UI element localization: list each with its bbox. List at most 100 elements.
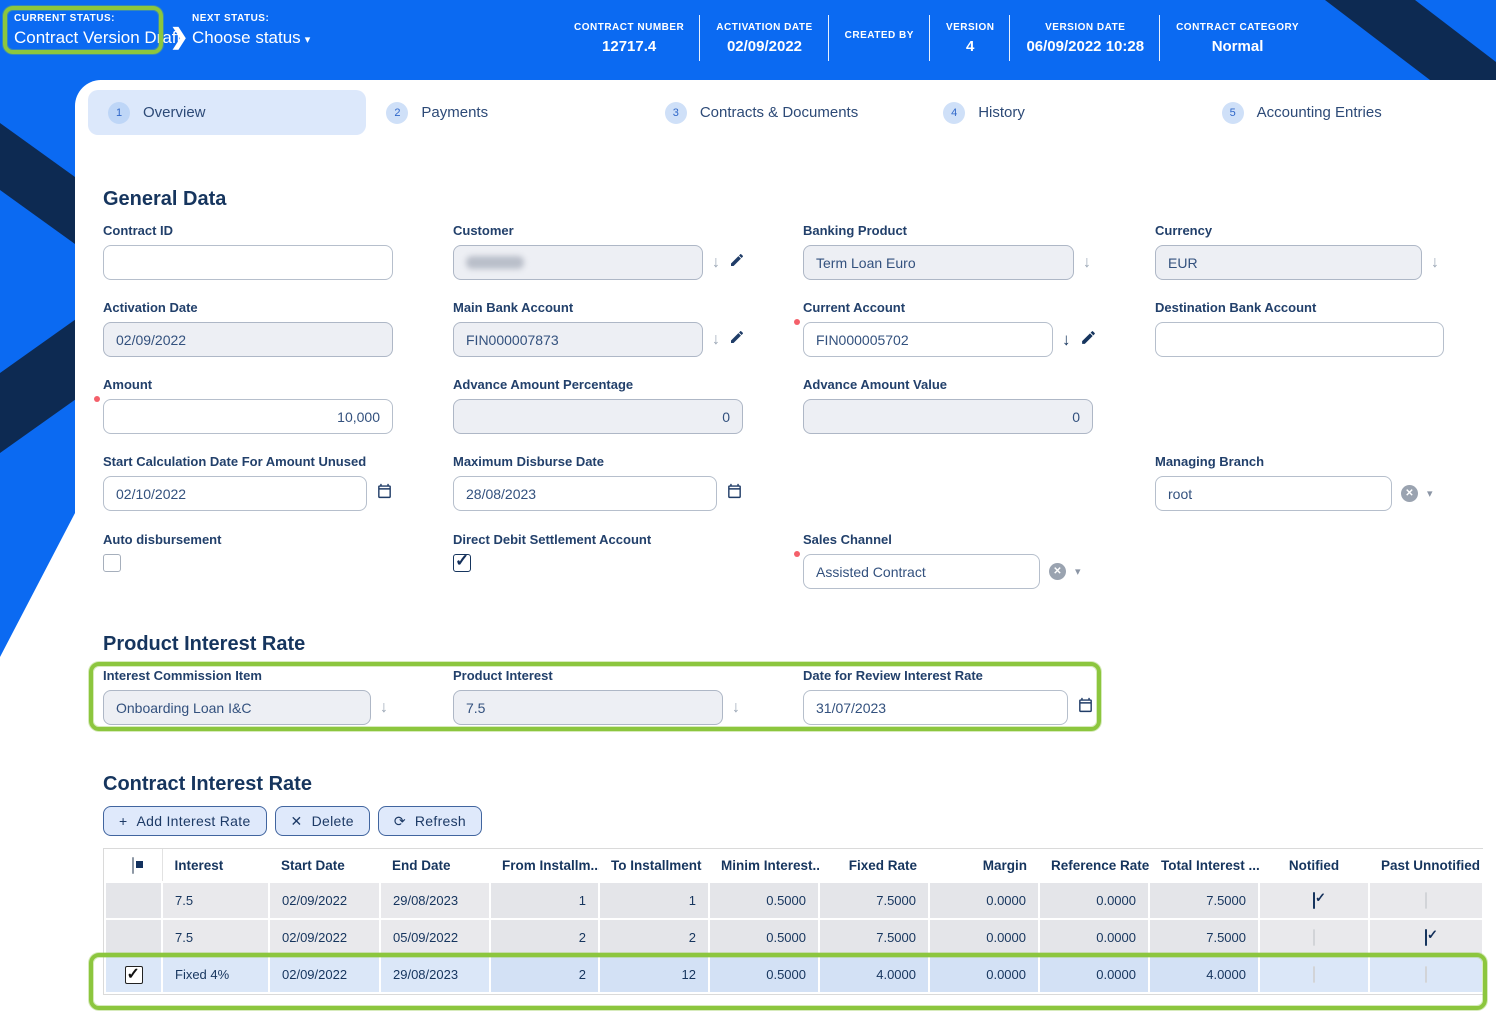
current-status: CURRENT STATUS: Contract Version Draft xyxy=(14,13,181,48)
row-checkbox[interactable] xyxy=(124,964,143,984)
tab-payments[interactable]: 2 Payments xyxy=(366,90,644,135)
caret-down-icon: ▾ xyxy=(304,34,311,46)
dropdown-arrow-icon[interactable]: ↓ xyxy=(712,254,720,272)
product-interest-rate-heading: Product Interest Rate xyxy=(103,633,306,655)
col-interest: Interest xyxy=(162,849,269,883)
start-calculation-date-field: Start Calculation Date For Amount Unused… xyxy=(103,454,391,511)
maximum-disburse-date-input[interactable]: 28/08/2023 xyxy=(453,476,717,511)
select-all-checkbox[interactable] xyxy=(132,856,135,874)
notified-checkbox[interactable] xyxy=(1313,929,1315,946)
auto-disbursement-checkbox[interactable] xyxy=(103,554,121,572)
tab-accounting-entries[interactable]: 5 Accounting Entries xyxy=(1202,90,1480,135)
table-row-selected[interactable]: Fixed 4% 02/09/2022 29/08/2023 2 12 0.50… xyxy=(104,955,1484,994)
contract-id-field: Contract ID xyxy=(103,223,393,280)
start-calculation-date-input[interactable]: 02/10/2022 xyxy=(103,476,367,511)
col-minim-interest: Minim Interest... xyxy=(709,849,819,883)
dropdown-arrow-icon[interactable]: ↓ xyxy=(732,699,740,717)
edit-icon[interactable] xyxy=(1080,329,1097,351)
main-bank-account-field: Main Bank Account FIN000007873 ↓ xyxy=(453,300,743,357)
activation-date-field: Activation Date 02/09/2022 xyxy=(103,300,393,357)
auto-disbursement-field: Auto disbursement xyxy=(103,532,393,572)
interest-commission-item-input[interactable]: Onboarding Loan I&C xyxy=(103,690,371,725)
col-notified: Notified xyxy=(1259,849,1369,883)
maximum-disburse-date-field: Maximum Disburse Date 28/08/2023 xyxy=(453,454,741,511)
currency-input[interactable]: EUR xyxy=(1155,245,1422,280)
dropdown-arrow-icon[interactable]: ↓ xyxy=(1083,254,1091,272)
corner-diagonal-decoration xyxy=(1325,0,1496,80)
date-for-review-input[interactable]: 31/07/2023 xyxy=(803,690,1068,725)
stat-activation-date: ACTIVATION DATE 02/09/2022 xyxy=(700,12,830,64)
destination-bank-account-field: Destination Bank Account xyxy=(1155,300,1444,357)
col-start-date: Start Date xyxy=(269,849,380,883)
add-interest-rate-button[interactable]: + Add Interest Rate xyxy=(103,806,267,836)
caret-down-icon[interactable]: ▾ xyxy=(1427,487,1433,500)
calendar-icon[interactable] xyxy=(1077,696,1094,719)
tab-overview[interactable]: 1 Overview xyxy=(88,90,367,135)
stat-version: VERSION 4 xyxy=(930,12,1011,64)
past-unnotified-checkbox[interactable] xyxy=(1425,966,1427,983)
col-to-installment: To Installment xyxy=(599,849,709,883)
dropdown-arrow-icon[interactable]: ↓ xyxy=(1062,330,1071,350)
customer-input[interactable] xyxy=(453,245,703,280)
advance-amount-percentage-input[interactable]: 0 xyxy=(453,399,743,434)
advance-amount-value-field: Advance Amount Value 0 xyxy=(803,377,1093,434)
edit-icon[interactable] xyxy=(729,329,745,350)
destination-bank-account-input[interactable] xyxy=(1155,322,1444,357)
current-status-label: CURRENT STATUS: xyxy=(14,13,116,24)
tab-number-badge: 5 xyxy=(1221,101,1244,124)
general-data-heading: General Data xyxy=(103,188,227,210)
edit-icon[interactable] xyxy=(729,252,745,273)
direct-debit-settlement-field: Direct Debit Settlement Account xyxy=(453,532,743,572)
clear-icon[interactable]: ✕ xyxy=(1049,563,1066,580)
past-unnotified-checkbox[interactable] xyxy=(1425,929,1427,946)
tab-history[interactable]: 4 History xyxy=(923,90,1201,135)
customer-field: Customer ↓ xyxy=(453,223,743,280)
past-unnotified-checkbox[interactable] xyxy=(1425,892,1427,909)
main-bank-account-input[interactable]: FIN000007873 xyxy=(453,322,703,357)
direct-debit-settlement-checkbox[interactable] xyxy=(453,551,471,572)
calendar-icon[interactable] xyxy=(726,482,743,505)
current-account-input[interactable]: FIN000005702 xyxy=(803,322,1053,357)
notified-checkbox[interactable] xyxy=(1313,892,1315,909)
interest-commission-item-field: Interest Commission Item Onboarding Loan… xyxy=(103,668,388,725)
dropdown-arrow-icon[interactable]: ↓ xyxy=(380,699,388,717)
tab-contracts-documents[interactable]: 3 Contracts & Documents xyxy=(645,90,923,135)
contract-overview-page: CURRENT STATUS: Contract Version Draft ❯… xyxy=(0,0,1496,1018)
table-header-row: Interest Start Date End Date From Instal… xyxy=(105,849,1483,883)
advance-amount-percentage-field: Advance Amount Percentage 0 xyxy=(453,377,743,434)
calendar-icon[interactable] xyxy=(376,482,393,505)
amount-input[interactable]: 10,000 xyxy=(103,399,393,434)
managing-branch-field: Managing Branch root ✕ ▾ xyxy=(1155,454,1433,511)
stat-contract-category: CONTRACT CATEGORY Normal xyxy=(1176,21,1300,55)
amount-field: Amount 10,000 xyxy=(94,377,393,434)
table-row[interactable]: 7.5 02/09/2022 29/08/2023 1 1 0.5000 7.5… xyxy=(104,881,1484,920)
tab-number-badge: 3 xyxy=(664,101,687,124)
interest-rate-table: Interest Start Date End Date From Instal… xyxy=(103,848,1484,995)
refresh-button[interactable]: ⟳ Refresh xyxy=(377,806,483,836)
activation-date-input[interactable]: 02/09/2022 xyxy=(103,322,393,357)
wizard-tabs: 1 Overview 2 Payments 3 Contracts & Docu… xyxy=(88,90,1480,135)
tab-number-badge: 1 xyxy=(108,101,130,124)
col-end-date: End Date xyxy=(380,849,490,883)
advance-amount-value-input[interactable]: 0 xyxy=(803,399,1093,434)
caret-down-icon[interactable]: ▾ xyxy=(1075,565,1081,578)
product-interest-input[interactable]: 7.5 xyxy=(453,690,723,725)
stat-created-by: CREATED BY xyxy=(829,12,931,64)
delete-button[interactable]: ✕ Delete xyxy=(274,806,370,836)
clear-icon[interactable]: ✕ xyxy=(1401,485,1418,502)
sales-channel-input[interactable]: Assisted Contract xyxy=(803,554,1040,589)
table-row[interactable]: 7.5 02/09/2022 05/09/2022 2 2 0.5000 7.5… xyxy=(104,918,1484,957)
dropdown-arrow-icon[interactable]: ↓ xyxy=(712,331,720,349)
choose-status-dropdown[interactable]: Choose status ▾ xyxy=(192,28,310,48)
managing-branch-input[interactable]: root xyxy=(1155,476,1392,511)
banking-product-field: Banking Product Term Loan Euro ↓ xyxy=(803,223,1091,280)
stat-contract-number: CONTRACT NUMBER 12717.4 xyxy=(558,12,701,64)
status-bar: CURRENT STATUS: Contract Version Draft ❯… xyxy=(0,0,1496,80)
contract-id-input[interactable] xyxy=(103,245,393,280)
col-reference-rate: Reference Rate xyxy=(1039,849,1149,883)
plus-icon: + xyxy=(119,813,128,829)
dropdown-arrow-icon[interactable]: ↓ xyxy=(1431,254,1439,272)
notified-checkbox[interactable] xyxy=(1313,966,1315,983)
tab-number-badge: 4 xyxy=(943,101,966,124)
banking-product-input[interactable]: Term Loan Euro xyxy=(803,245,1074,280)
